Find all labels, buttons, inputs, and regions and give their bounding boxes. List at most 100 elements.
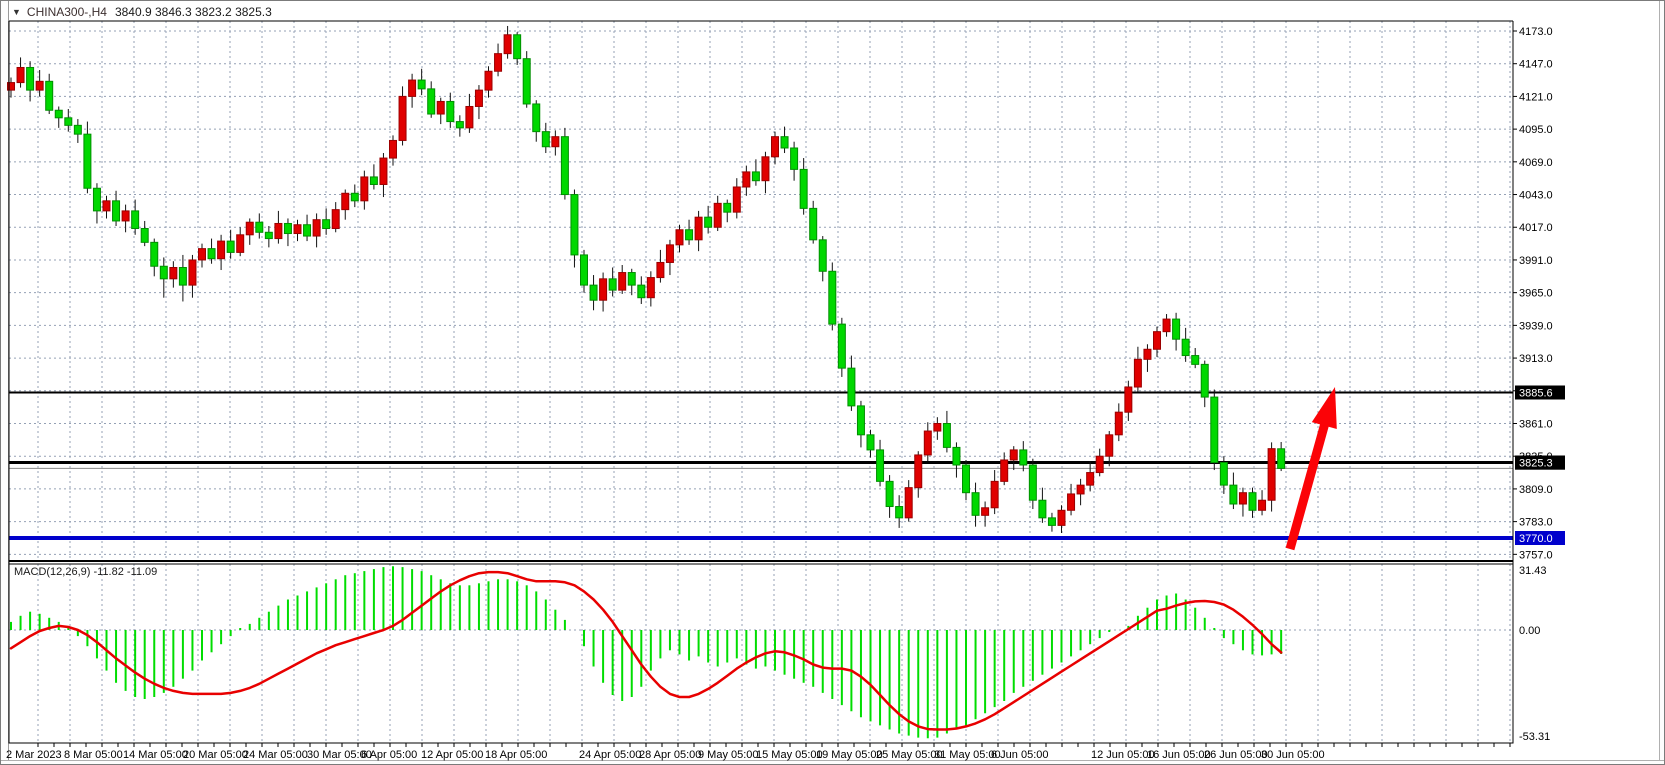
- candle: [695, 217, 702, 240]
- price-tag-3885.6: 3885.6: [1515, 386, 1565, 400]
- svg-text:4173.0: 4173.0: [1519, 26, 1553, 38]
- chart-window: 4173.04147.04121.04095.04069.04043.04017…: [0, 0, 1665, 765]
- candle: [294, 225, 301, 234]
- candle: [447, 101, 454, 121]
- svg-text:0.00: 0.00: [1519, 625, 1540, 637]
- svg-text:4121.0: 4121.0: [1519, 91, 1553, 103]
- candle: [141, 229, 148, 243]
- svg-text:3991.0: 3991.0: [1519, 255, 1553, 267]
- level-lines[interactable]: [9, 393, 1513, 538]
- candle: [418, 80, 425, 89]
- candle: [84, 134, 91, 188]
- candle: [151, 242, 158, 266]
- candle: [1058, 510, 1065, 525]
- candle: [752, 172, 759, 181]
- candle: [896, 507, 903, 518]
- date-label: 19 May 05:00: [816, 749, 883, 761]
- candle: [857, 406, 864, 435]
- candle: [1125, 387, 1132, 412]
- svg-text:4069.0: 4069.0: [1519, 157, 1553, 169]
- candle: [485, 71, 492, 90]
- svg-text:3809.0: 3809.0: [1519, 484, 1553, 496]
- candle: [227, 241, 234, 252]
- date-label: 8 Mar 05:00: [64, 749, 123, 761]
- candle: [208, 249, 215, 259]
- candle: [1239, 493, 1246, 504]
- candle: [189, 260, 196, 285]
- date-label: 12 Jun 05:00: [1091, 749, 1155, 761]
- chart-title: ▼CHINA300-,H43840.9 3846.3 3823.2 3825.3: [12, 5, 272, 19]
- candle: [867, 435, 874, 450]
- candle: [1268, 449, 1275, 501]
- svg-text:4095.0: 4095.0: [1519, 124, 1553, 136]
- candle: [953, 447, 960, 465]
- candle: [829, 271, 836, 324]
- candle: [475, 90, 482, 106]
- candle: [74, 125, 81, 134]
- svg-text:3965.0: 3965.0: [1519, 288, 1553, 300]
- candle: [934, 424, 941, 432]
- svg-text:-53.31: -53.31: [1519, 731, 1550, 743]
- price-axis: 4173.04147.04121.04095.04069.04043.04017…: [1513, 26, 1553, 561]
- candle: [113, 201, 120, 221]
- candle: [581, 255, 588, 285]
- candle: [552, 137, 559, 147]
- candle: [103, 201, 110, 211]
- candle: [93, 188, 100, 211]
- candle: [437, 101, 444, 114]
- svg-text:31.43: 31.43: [1519, 565, 1547, 577]
- candle: [1010, 450, 1017, 460]
- candle: [877, 450, 884, 481]
- candle: [1144, 349, 1151, 359]
- candle: [1192, 356, 1199, 365]
- candle: [1039, 500, 1046, 518]
- candle: [342, 193, 349, 209]
- candle: [36, 81, 43, 90]
- candle: [991, 481, 998, 507]
- date-label: 14 Mar 05:00: [123, 749, 188, 761]
- date-label: 16 Jun 05:00: [1147, 749, 1211, 761]
- candle: [571, 195, 578, 255]
- candle: [456, 122, 463, 128]
- candle: [399, 96, 406, 140]
- grid: [9, 21, 1513, 743]
- candle: [380, 158, 387, 184]
- candle: [428, 89, 435, 114]
- symbol-dropdown-icon[interactable]: ▼: [12, 7, 21, 17]
- candle: [361, 177, 368, 201]
- candle: [179, 268, 186, 286]
- date-label: 9 May 05:00: [698, 749, 759, 761]
- date-label: 12 Apr 05:00: [421, 749, 483, 761]
- date-label: 30 Jun 05:00: [1261, 749, 1325, 761]
- candle: [676, 230, 683, 245]
- candle: [1001, 460, 1008, 481]
- candle: [733, 187, 740, 212]
- candle: [647, 278, 654, 298]
- candle: [638, 285, 645, 298]
- candle: [762, 157, 769, 181]
- candle: [972, 493, 979, 516]
- candle: [132, 211, 139, 229]
- date-label: 18 Apr 05:00: [485, 749, 547, 761]
- candle: [724, 203, 731, 212]
- chart-canvas[interactable]: 4173.04147.04121.04095.04069.04043.04017…: [1, 1, 1665, 765]
- candle: [323, 220, 330, 229]
- candle: [313, 220, 320, 236]
- candle: [810, 208, 817, 239]
- candle: [666, 245, 673, 263]
- candle: [256, 222, 263, 232]
- candle: [1020, 450, 1027, 465]
- candle: [523, 59, 530, 104]
- candle: [886, 481, 893, 506]
- candle: [838, 324, 845, 368]
- candle: [495, 54, 502, 72]
- candle: [1048, 518, 1055, 526]
- candle: [1182, 339, 1189, 355]
- candle: [284, 223, 291, 233]
- candle: [1068, 494, 1075, 510]
- candle: [533, 104, 540, 132]
- candle: [370, 177, 377, 185]
- candle: [1259, 500, 1266, 510]
- candle: [924, 431, 931, 455]
- price-tag-3770.0: 3770.0: [1515, 531, 1565, 545]
